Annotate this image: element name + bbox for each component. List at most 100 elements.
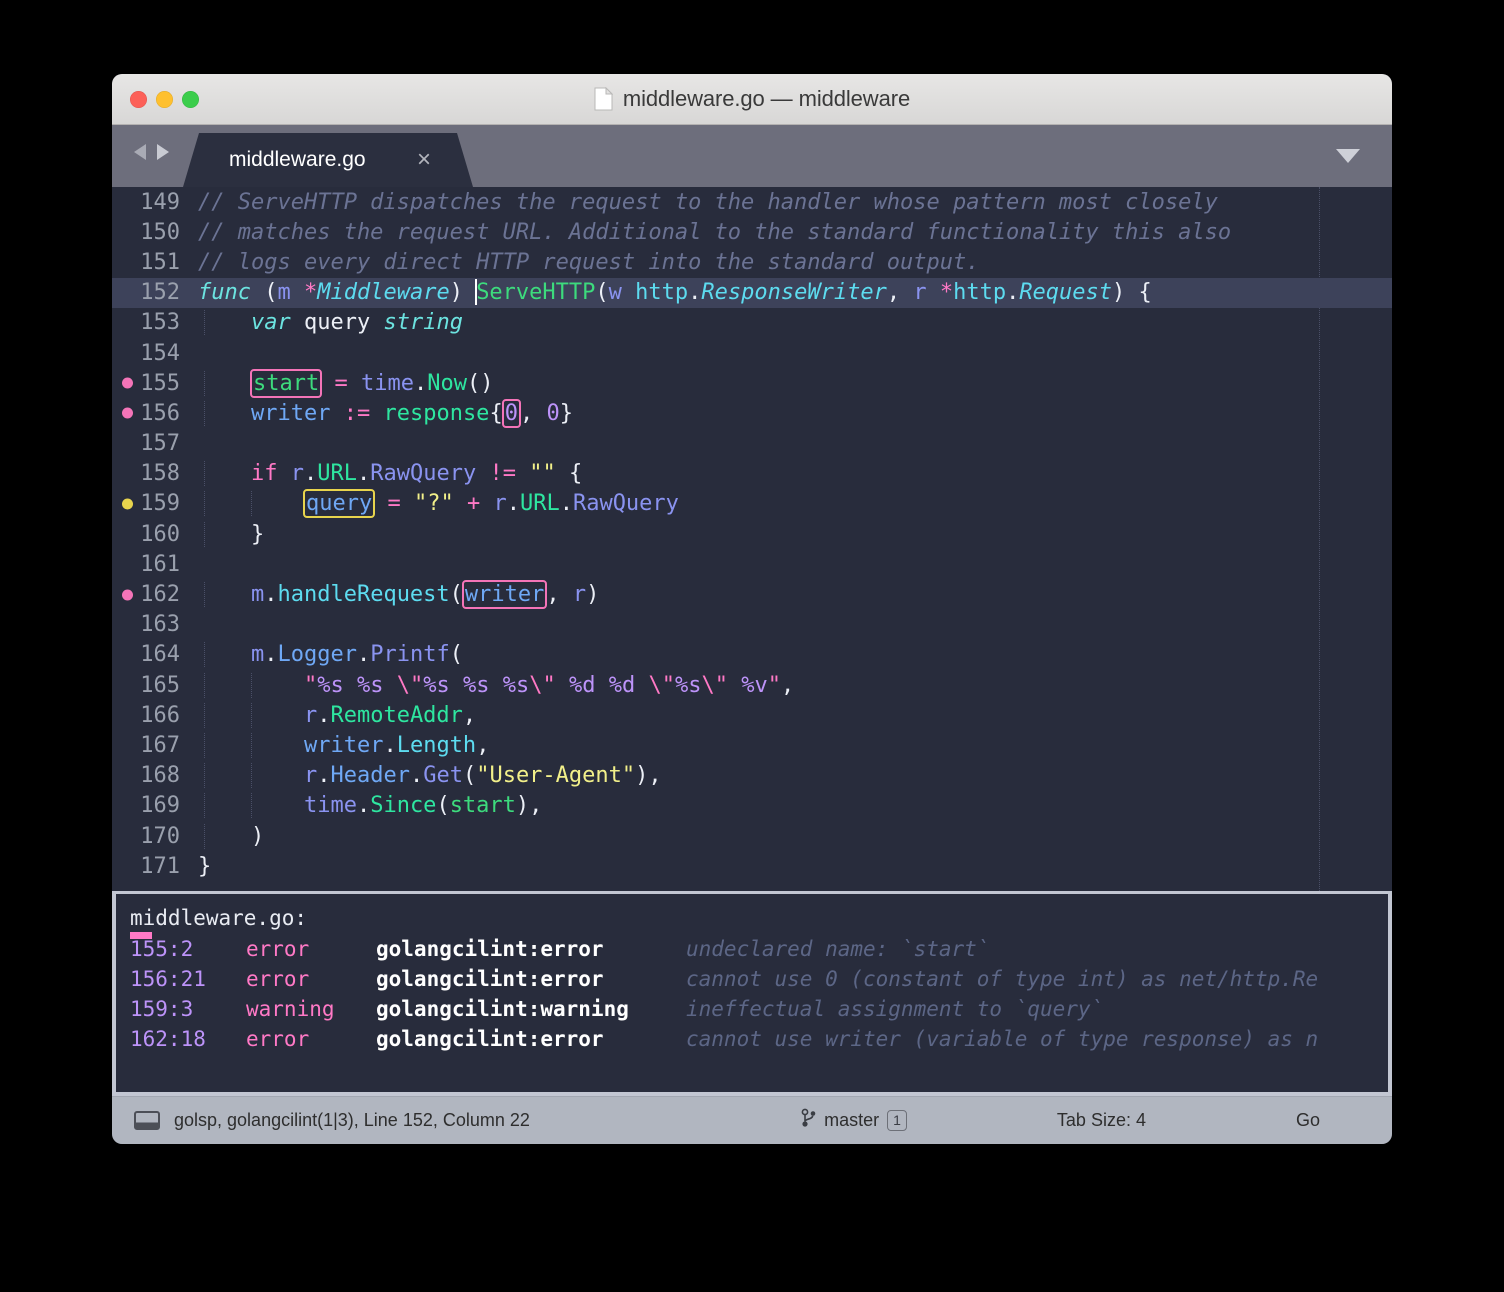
code-line[interactable]: 155 start = time.Now()	[112, 368, 1392, 398]
branch-name: master	[824, 1110, 880, 1130]
code-line[interactable]: 170 )	[112, 821, 1392, 851]
status-tab-size[interactable]: Tab Size: 4	[1057, 1110, 1146, 1131]
code-line[interactable]: 165 "%s %s \"%s %s %s\" %d %d \"%s\" %v"…	[112, 670, 1392, 700]
code-line[interactable]: 166 r.RemoteAddr,	[112, 700, 1392, 730]
indent-guide	[204, 461, 205, 487]
code-line[interactable]: 161	[112, 549, 1392, 579]
caret-down-icon[interactable]	[1334, 147, 1362, 170]
maximize-window-button[interactable]	[182, 90, 199, 108]
code-line[interactable]: 171 }	[112, 851, 1392, 881]
line-number: 158	[140, 461, 180, 487]
code-line[interactable]: 164 m.Logger.Printf(	[112, 640, 1392, 670]
indent-guide	[251, 672, 252, 698]
code-line[interactable]: 159 query = "?" + r.URL.RawQuery	[112, 489, 1392, 519]
operator-token: !=	[489, 461, 516, 487]
punct: .	[356, 461, 371, 487]
format-verb: %s	[423, 672, 450, 698]
code-line[interactable]: 157	[112, 429, 1392, 459]
line-number: 149	[140, 189, 180, 215]
identifier-token: r	[913, 279, 927, 305]
comment-token: // matches the request URL. Additional t…	[198, 219, 1232, 245]
code-line[interactable]: 149 // ServeHTTP dispatches the request …	[112, 187, 1392, 217]
diagnostic-location: 156:21	[130, 967, 206, 991]
code-line[interactable]: 154	[112, 338, 1392, 368]
close-window-button[interactable]	[130, 90, 147, 108]
diagnostics-panel[interactable]: middleware.go: 155:2 error golangcilint:…	[116, 894, 1388, 1092]
punct	[370, 401, 383, 426]
line-number: 169	[140, 793, 180, 819]
close-icon[interactable]: ×	[417, 148, 431, 172]
string-token: \"	[701, 672, 742, 698]
punct: ),	[635, 763, 662, 789]
warning-gutter-marker[interactable]	[122, 498, 133, 510]
minimize-window-button[interactable]	[156, 90, 173, 108]
code-editor[interactable]: 149 // ServeHTTP dispatches the request …	[112, 187, 1392, 891]
line-number: 153	[140, 310, 180, 336]
code-line[interactable]: 158 if r.URL.RawQuery != "" {	[112, 459, 1392, 489]
property-token: URL	[317, 461, 357, 487]
punct	[198, 461, 251, 486]
line-number: 161	[140, 551, 180, 577]
indent-guide	[204, 702, 205, 728]
tab-bar: middleware.go ×	[112, 125, 1392, 187]
caret-left-icon[interactable]	[132, 142, 149, 167]
status-branch[interactable]: master 1	[801, 1108, 907, 1133]
error-gutter-marker[interactable]	[122, 407, 133, 419]
punct: .	[413, 370, 428, 396]
punct	[330, 401, 343, 426]
punct: .	[559, 491, 573, 517]
diagnostic-row[interactable]: 159:3 warning golangcilint:warning ineff…	[116, 994, 1388, 1024]
punct	[291, 310, 304, 335]
number-token: 0	[504, 400, 518, 426]
code-line[interactable]: 163	[112, 610, 1392, 640]
punct: }	[559, 400, 573, 426]
status-info[interactable]: golsp, golangcilint(1|3), Line 152, Colu…	[174, 1110, 530, 1131]
line-number: 165	[140, 672, 180, 698]
property-token: Header	[330, 763, 410, 789]
operator-token: *	[939, 279, 954, 305]
code-line[interactable]: 168 r.Header.Get("User-Agent"),	[112, 761, 1392, 791]
line-content: }	[190, 854, 1392, 879]
diagnostic-row[interactable]: 156:21 error golangcilint:error cannot u…	[116, 964, 1388, 994]
diagnostic-row[interactable]: 155:2 error golangcilint:error undeclare…	[116, 934, 1388, 964]
diagnostic-row[interactable]: 162:18 error golangcilint:error cannot u…	[116, 1024, 1388, 1054]
type-token: response	[383, 400, 490, 426]
identifier-token: m	[277, 279, 291, 305]
caret-right-icon[interactable]	[154, 142, 171, 167]
error-gutter-marker[interactable]	[122, 377, 133, 389]
line-content: start = time.Now()	[190, 368, 1392, 398]
status-language[interactable]: Go	[1296, 1110, 1320, 1131]
code-line[interactable]: 156 writer := response{0, 0}	[112, 398, 1392, 428]
panel-toggle-icon[interactable]	[134, 1111, 160, 1130]
string-token	[450, 673, 463, 698]
code-line[interactable]: 160 }	[112, 519, 1392, 549]
code-line[interactable]: 151 // logs every direct HTTP request in…	[112, 247, 1392, 277]
line-content: m.Logger.Printf(	[190, 642, 1392, 668]
property-token: Length	[396, 732, 477, 758]
identifier-token: writer	[303, 732, 384, 758]
code-line[interactable]: 167 writer.Length,	[112, 730, 1392, 760]
diagnostic-severity: error	[246, 967, 310, 991]
tab-middleware-go[interactable]: middleware.go ×	[183, 133, 473, 187]
line-number-text: 162	[140, 582, 180, 608]
line-number-text: 155	[140, 370, 180, 396]
punct: (	[250, 279, 278, 305]
punct: (	[449, 582, 463, 608]
line-number: 171	[140, 853, 180, 879]
code-line[interactable]: 162 m.handleRequest(writer, r)	[112, 579, 1392, 610]
code-line[interactable]: 150 // matches the request URL. Addition…	[112, 217, 1392, 247]
code-line-current[interactable]: 152 func (m *Middleware) ServeHTTP(w htt…	[112, 277, 1392, 308]
code-line[interactable]: 153 var query string	[112, 308, 1392, 338]
diagnostics-file-header: middleware.go:	[130, 906, 308, 930]
indent-guide	[251, 763, 252, 789]
property-token: RemoteAddr	[330, 702, 463, 728]
diagnostic-message: cannot use 0 (constant of type int) as n…	[686, 967, 1319, 991]
method-token: Now	[427, 370, 467, 396]
error-gutter-marker[interactable]	[122, 589, 133, 601]
punct: .	[688, 279, 702, 305]
code-line[interactable]: 169 time.Since(start),	[112, 791, 1392, 821]
punct	[622, 280, 635, 305]
identifier-token: query	[303, 310, 371, 336]
diagnostic-message: undeclared name: `start`	[686, 937, 990, 961]
line-content: // matches the request URL. Additional t…	[190, 220, 1392, 245]
